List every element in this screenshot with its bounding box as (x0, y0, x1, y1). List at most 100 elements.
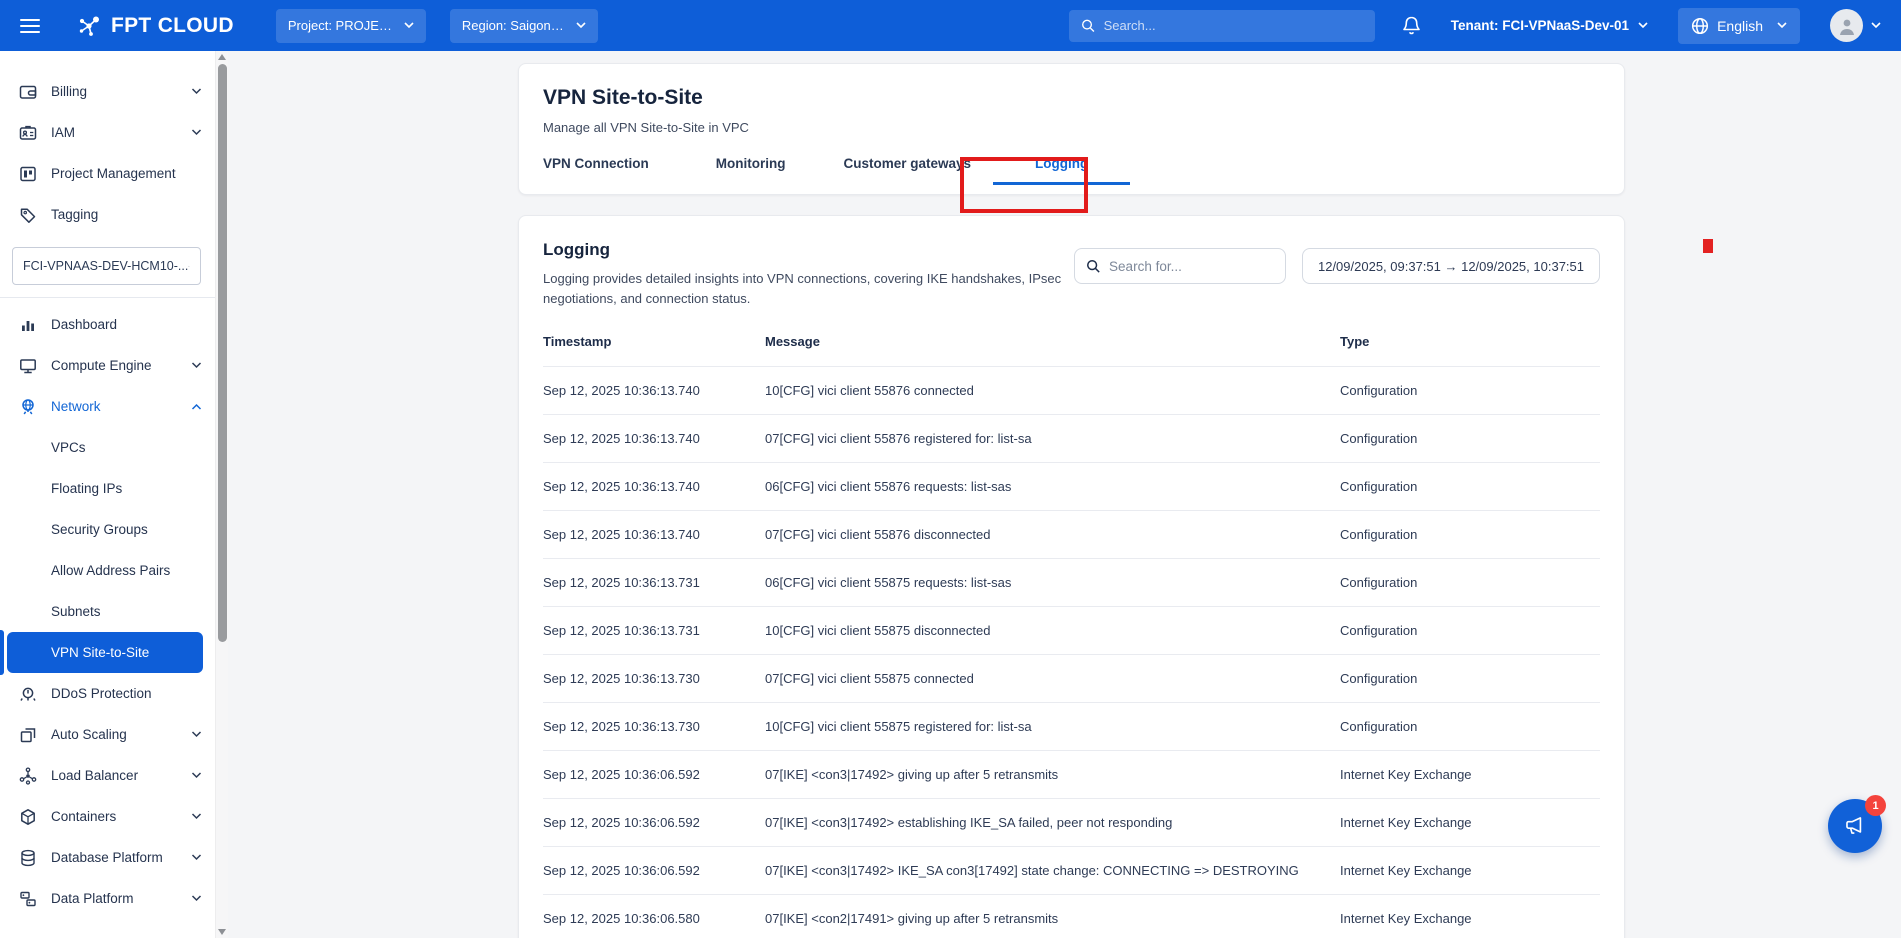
chevron-down-icon (191, 731, 202, 738)
table-row: Sep 12, 2025 10:36:13.730 10[CFG] vici c… (543, 702, 1600, 750)
column-header-message: Message (765, 334, 1340, 349)
table-row: Sep 12, 2025 10:36:06.592 07[IKE] <con3|… (543, 798, 1600, 846)
cell-message: 07[IKE] <con2|17491> giving up after 5 r… (765, 911, 1340, 926)
megaphone-icon (1842, 813, 1868, 839)
cell-message: 07[CFG] vici client 55876 disconnected (765, 527, 1340, 542)
compute-engine-icon (18, 356, 38, 376)
user-menu[interactable] (1830, 9, 1881, 42)
region-dropdown[interactable]: Region: Saigon (Vietn... (450, 9, 598, 43)
cell-message: 06[CFG] vici client 55875 requests: list… (765, 575, 1340, 590)
sidebar-item-floating-ips[interactable]: Floating IPs (0, 468, 215, 509)
sidebar-item-containers[interactable]: Containers (0, 796, 215, 837)
sidebar-item-network[interactable]: Network (0, 386, 215, 427)
language-selector[interactable]: English (1678, 8, 1800, 44)
sidebar-item-label: Compute Engine (51, 358, 152, 373)
sidebar-item-compute-engine[interactable]: Compute Engine (0, 345, 215, 386)
scrollbar-up-arrow[interactable] (218, 54, 226, 60)
sidebar-item-label: Tagging (51, 207, 98, 222)
logging-card: Logging Logging provides detailed insigh… (518, 215, 1625, 938)
sidebar-item-project-management[interactable]: Project Management (0, 153, 215, 194)
cell-type: Internet Key Exchange (1340, 911, 1600, 926)
cell-type: Configuration (1340, 383, 1600, 398)
cell-type: Configuration (1340, 527, 1600, 542)
globe-icon (1691, 17, 1709, 35)
sidebar: Billing IAM Project Management Tagging F… (0, 51, 228, 938)
project-dropdown[interactable]: Project: PROJECT_FCI-... (276, 9, 426, 43)
cell-type: Configuration (1340, 431, 1600, 446)
sidebar-item-label: DDoS Protection (51, 686, 152, 701)
cell-message: 07[IKE] <con3|17492> giving up after 5 r… (765, 767, 1340, 782)
sidebar-item-dashboard[interactable]: Dashboard (0, 304, 215, 345)
table-row: Sep 12, 2025 10:36:06.592 07[IKE] <con3|… (543, 846, 1600, 894)
tenant-dropdown[interactable]: Tenant: FCI-VPNaaS-Dev-01 (1451, 18, 1648, 33)
tab-monitoring[interactable]: Monitoring (716, 156, 786, 185)
sidebar-item-label: Dashboard (51, 317, 117, 332)
sidebar-item-label: Load Balancer (51, 768, 138, 783)
sidebar-item-auto-scaling[interactable]: Auto Scaling (0, 714, 215, 755)
selected-accent-bar (0, 630, 4, 675)
global-search-input[interactable] (1104, 18, 1363, 33)
logging-title: Logging (543, 240, 1074, 260)
hamburger-menu-icon[interactable] (20, 15, 40, 37)
cell-message: 07[IKE] <con3|17492> IKE_SA con3[17492] … (765, 863, 1340, 878)
logo-spark-icon (76, 12, 103, 39)
cell-timestamp: Sep 12, 2025 10:36:13.740 (543, 383, 765, 398)
table-row: Sep 12, 2025 10:36:13.740 10[CFG] vici c… (543, 366, 1600, 414)
main-content: VPN Site-to-Site Manage all VPN Site-to-… (228, 51, 1901, 938)
sidebar-item-load-balancer[interactable]: Load Balancer (0, 755, 215, 796)
vpc-selector-dropdown[interactable]: FCI-VPNAAS-DEV-HCM10-... (12, 247, 201, 285)
scrollbar-down-arrow[interactable] (218, 929, 226, 935)
sidebar-item-label: Network (51, 399, 101, 414)
sidebar-item-database-platform[interactable]: Database Platform (0, 837, 215, 878)
table-row: Sep 12, 2025 10:36:06.592 07[IKE] <con3|… (543, 750, 1600, 798)
sidebar-scrollbar[interactable] (215, 51, 228, 938)
search-icon (1086, 258, 1100, 274)
network-icon (18, 397, 38, 417)
sidebar-item-label: Database Platform (51, 850, 163, 865)
cell-timestamp: Sep 12, 2025 10:36:13.740 (543, 527, 765, 542)
sidebar-item-allow-address-pairs[interactable]: Allow Address Pairs (0, 550, 215, 591)
page-subtitle: Manage all VPN Site-to-Site in VPC (543, 120, 1600, 135)
chevron-down-icon (191, 129, 202, 136)
database-icon (18, 848, 38, 868)
sidebar-item-tagging[interactable]: Tagging (0, 194, 215, 235)
announcements-button[interactable]: 1 (1828, 799, 1882, 853)
sidebar-item-label: Project Management (51, 166, 176, 181)
sidebar-item-ddos-protection[interactable]: DDoS Protection (0, 673, 215, 714)
logging-description: Logging provides detailed insights into … (543, 269, 1074, 308)
sidebar-item-vpcs[interactable]: VPCs (0, 427, 215, 468)
sidebar-item-security-groups[interactable]: Security Groups (0, 509, 215, 550)
cell-message: 06[CFG] vici client 55876 requests: list… (765, 479, 1340, 494)
notifications-bell-icon[interactable] (1402, 15, 1421, 36)
dashboard-icon (18, 315, 38, 335)
sidebar-item-label: Security Groups (51, 522, 148, 537)
log-search-input[interactable] (1109, 259, 1274, 274)
tab-customer-gateways[interactable]: Customer gateways (844, 156, 972, 185)
log-search (1074, 248, 1286, 284)
tab-logging[interactable]: Logging (1035, 156, 1088, 185)
cell-timestamp: Sep 12, 2025 10:36:13.731 (543, 575, 765, 590)
sidebar-item-label: Subnets (51, 604, 101, 619)
table-row: Sep 12, 2025 10:36:13.730 07[CFG] vici c… (543, 654, 1600, 702)
sidebar-item-data-platform[interactable]: Data Platform (0, 878, 215, 919)
sidebar-item-iam[interactable]: IAM (0, 112, 215, 153)
sidebar-item-billing[interactable]: Billing (0, 71, 215, 112)
ddos-protection-icon (18, 684, 38, 704)
sidebar-item-vpn-site-to-site[interactable]: VPN Site-to-Site (7, 632, 203, 673)
tab-vpn-connection[interactable]: VPN Connection (543, 156, 649, 185)
cell-message: 10[CFG] vici client 55875 registered for… (765, 719, 1340, 734)
language-label: English (1717, 18, 1763, 34)
cell-type: Configuration (1340, 671, 1600, 686)
sidebar-item-label: VPCs (51, 440, 86, 455)
cell-message: 07[CFG] vici client 55875 connected (765, 671, 1340, 686)
chevron-down-icon (1871, 22, 1881, 29)
log-table: Timestamp Message Type Sep 12, 2025 10:3… (543, 324, 1600, 938)
sidebar-scrollbar-thumb[interactable] (218, 64, 227, 642)
table-header-row: Timestamp Message Type (543, 324, 1600, 366)
tenant-label: Tenant: FCI-VPNaaS-Dev-01 (1451, 18, 1629, 33)
cell-type: Configuration (1340, 479, 1600, 494)
sidebar-item-subnets[interactable]: Subnets (0, 591, 215, 632)
cell-type: Configuration (1340, 575, 1600, 590)
date-range-picker[interactable]: 12/09/2025, 09:37:51 → 12/09/2025, 10:37… (1302, 248, 1600, 284)
tab-bar: VPN Connection Monitoring Customer gatew… (543, 156, 1600, 185)
